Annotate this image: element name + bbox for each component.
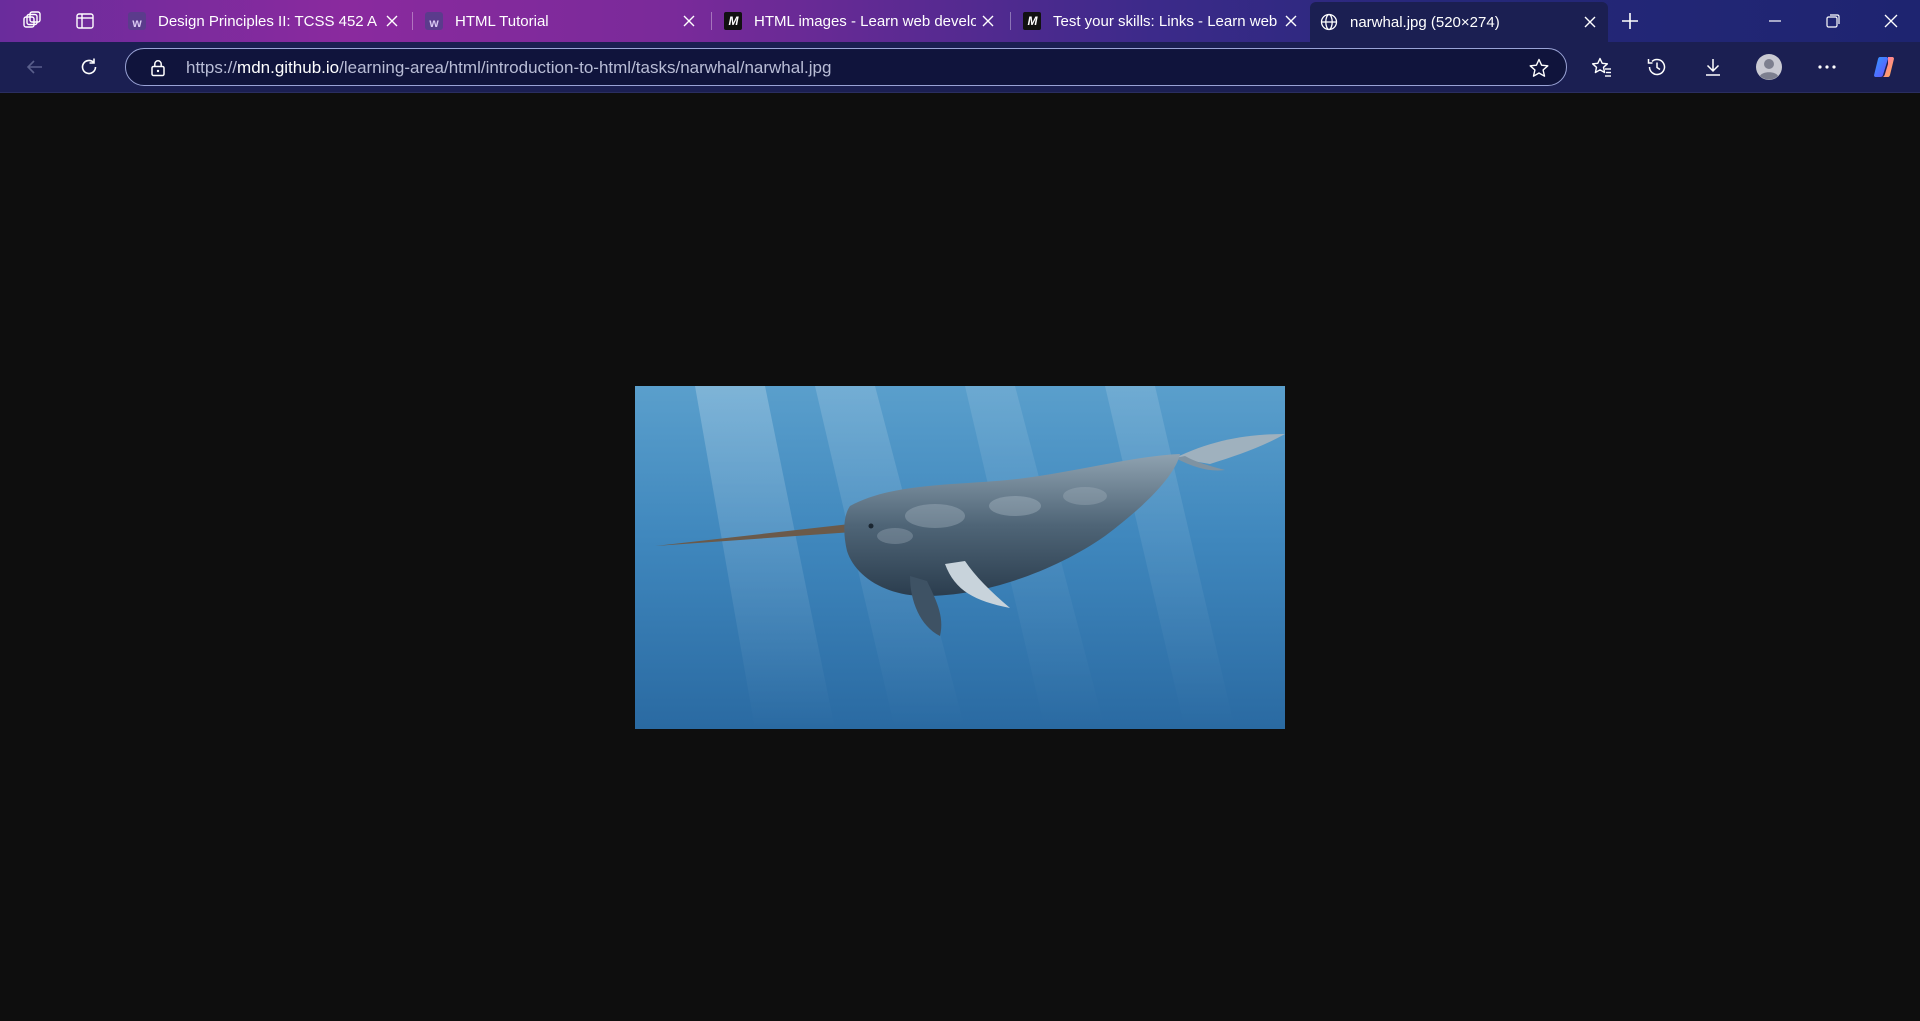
minimize-icon[interactable] xyxy=(1747,0,1803,42)
copilot-icon[interactable] xyxy=(1866,50,1902,84)
mdn-icon: M xyxy=(724,12,742,30)
globe-icon xyxy=(1320,13,1338,31)
restore-icon[interactable] xyxy=(1805,0,1861,42)
mdn-icon: M xyxy=(1023,12,1041,30)
tab-html-tutorial[interactable]: w HTML Tutorial xyxy=(415,4,707,38)
tab-separator xyxy=(412,12,413,30)
tab-narwhal[interactable]: narwhal.jpg (520×274) xyxy=(1310,2,1608,42)
vertical-tabs-icon[interactable] xyxy=(68,5,102,37)
close-window-icon[interactable] xyxy=(1863,0,1919,42)
close-icon[interactable] xyxy=(380,9,404,33)
w-icon: w xyxy=(425,12,443,30)
url-host: mdn.github.io xyxy=(237,58,340,77)
close-icon[interactable] xyxy=(1578,10,1602,34)
back-arrow-icon[interactable] xyxy=(17,50,53,84)
lock-icon[interactable] xyxy=(148,58,168,78)
browser-window: w Design Principles II: TCSS 452 A Sp w … xyxy=(0,0,1920,1021)
w-icon: w xyxy=(128,12,146,30)
tab-separator xyxy=(1010,12,1011,30)
workspaces-icon[interactable] xyxy=(15,5,49,37)
tab-design-principles[interactable]: w Design Principles II: TCSS 452 A Sp xyxy=(118,4,410,38)
downloads-icon[interactable] xyxy=(1695,50,1731,84)
tab-label: HTML Tutorial xyxy=(455,12,549,30)
favorites-icon[interactable] xyxy=(1584,50,1620,84)
close-icon[interactable] xyxy=(677,9,701,33)
tab-label: HTML images - Learn web develo xyxy=(754,12,976,30)
tab-label: narwhal.jpg (520×274) xyxy=(1350,13,1500,31)
url-text[interactable]: https://mdn.github.io/learning-area/html… xyxy=(186,58,831,78)
profile-avatar-icon[interactable] xyxy=(1751,50,1787,84)
url-path: /learning-area/html/introduction-to-html… xyxy=(339,58,832,77)
history-icon[interactable] xyxy=(1639,50,1675,84)
close-icon[interactable] xyxy=(1279,9,1303,33)
narwhal-illustration xyxy=(635,386,1285,729)
narwhal-image[interactable] xyxy=(635,386,1285,729)
new-tab-icon[interactable] xyxy=(1613,5,1647,37)
more-options-icon[interactable] xyxy=(1809,50,1845,84)
address-bar[interactable]: https://mdn.github.io/learning-area/html… xyxy=(125,48,1567,86)
tab-test-your-skills[interactable]: M Test your skills: Links - Learn web xyxy=(1013,4,1309,38)
page-viewport xyxy=(0,93,1920,1021)
tab-label: Test your skills: Links - Learn web xyxy=(1053,12,1278,30)
close-icon[interactable] xyxy=(976,9,1000,33)
tab-separator xyxy=(711,12,712,30)
refresh-icon[interactable] xyxy=(71,50,107,84)
favorite-star-icon[interactable] xyxy=(1528,57,1550,79)
toolbar: https://mdn.github.io/learning-area/html… xyxy=(0,42,1920,92)
tab-label: Design Principles II: TCSS 452 A Sp xyxy=(158,12,380,30)
tab-strip: w Design Principles II: TCSS 452 A Sp w … xyxy=(0,0,1920,42)
tab-html-images[interactable]: M HTML images - Learn web develo xyxy=(714,4,1006,38)
url-scheme: https:// xyxy=(186,58,238,77)
